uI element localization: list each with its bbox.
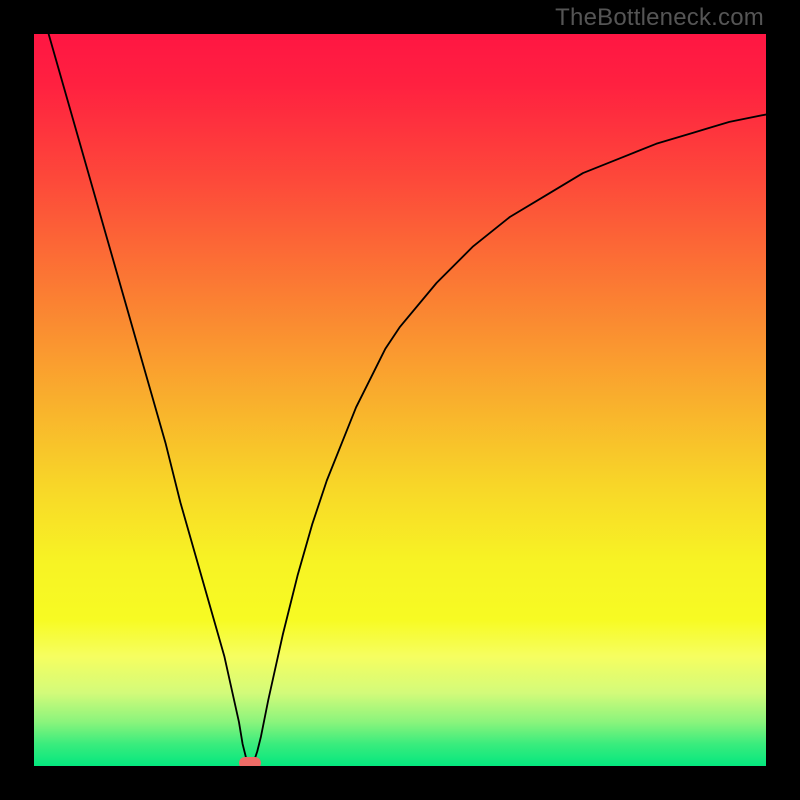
optimal-point-marker [239, 757, 261, 766]
chart-area [34, 34, 766, 766]
bottleneck-curve [34, 34, 766, 766]
watermark-text: TheBottleneck.com [555, 4, 764, 32]
